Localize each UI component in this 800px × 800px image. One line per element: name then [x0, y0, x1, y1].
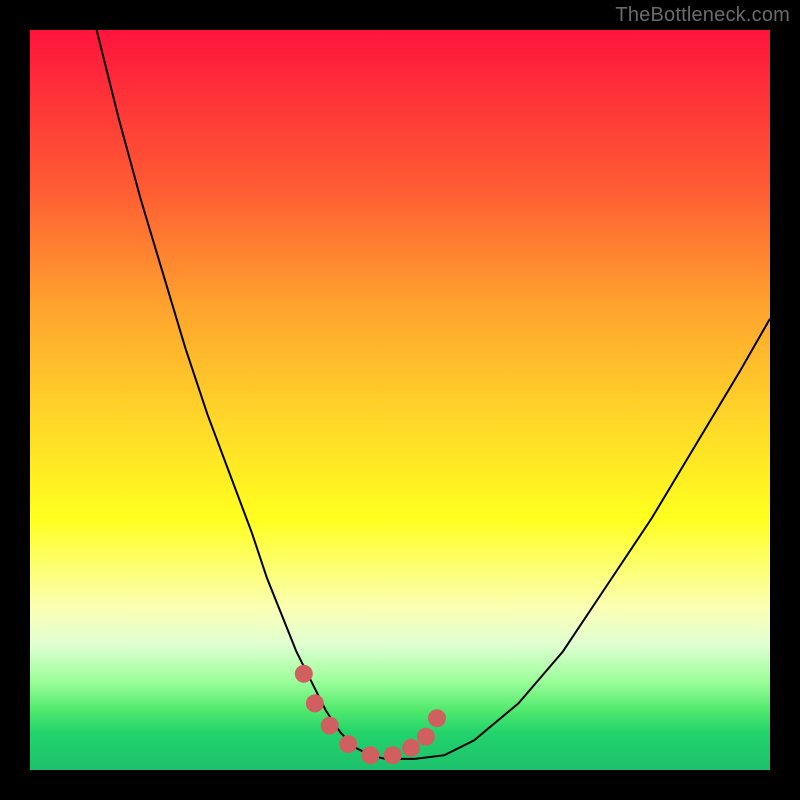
highlight-point [428, 709, 446, 727]
highlight-point [339, 735, 357, 753]
chart-frame: TheBottleneck.com [0, 0, 800, 800]
chart-svg [30, 30, 770, 770]
highlight-point [417, 728, 435, 746]
highlight-point [295, 665, 313, 683]
highlight-point [306, 694, 324, 712]
watermark-text: TheBottleneck.com [615, 4, 790, 27]
chart-plot-area [30, 30, 770, 770]
highlight-point [402, 739, 420, 757]
highlight-point [384, 746, 402, 764]
highlight-point [361, 746, 379, 764]
highlight-points-group [295, 665, 446, 764]
highlight-point [321, 717, 339, 735]
bottleneck-curve [97, 30, 770, 759]
